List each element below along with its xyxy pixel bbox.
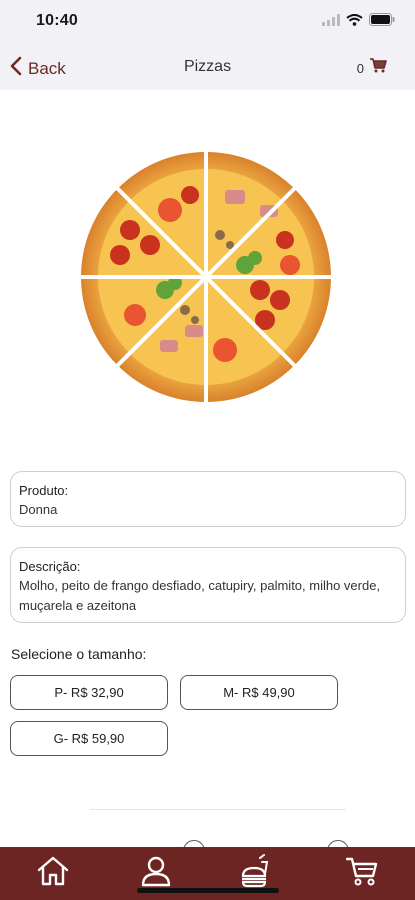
product-name: Donna (19, 502, 58, 517)
status-time: 10:40 (36, 12, 78, 29)
page-title: Pizzas (183, 58, 232, 75)
description-box: Descrição: Molho, peito de frango desfia… (10, 547, 406, 623)
product-label: Produto: (19, 483, 69, 498)
cart-icon (370, 58, 387, 78)
tab-home[interactable] (33, 855, 73, 891)
size-g-button[interactable]: G- R$ 59,90 (10, 721, 168, 756)
status-bar: 10:40 (0, 0, 415, 44)
product-box: Produto: Donna (10, 471, 406, 527)
tab-menu[interactable] (238, 853, 278, 893)
pizza-image (75, 150, 337, 404)
tab-profile[interactable] (136, 855, 176, 891)
nav-bar: Back Pizzas 0 (0, 44, 415, 90)
size-m-button[interactable]: M- R$ 49,90 (180, 675, 338, 710)
user-icon (140, 855, 172, 892)
size-p-button[interactable]: P- R$ 32,90 (10, 675, 168, 710)
divider (90, 809, 346, 810)
description-label: Descrição: (19, 559, 81, 574)
tab-cart[interactable] (342, 855, 382, 891)
wifi-icon (346, 13, 363, 31)
home-indicator (137, 888, 279, 893)
header-cart-button[interactable]: 0 (357, 58, 387, 78)
description-text: Molho, peito de frango desfiado, catupir… (19, 578, 381, 613)
status-icons (322, 13, 395, 31)
size-heading: Selecione o tamanho: (11, 646, 147, 662)
burger-drink-icon (240, 853, 276, 893)
home-icon (36, 855, 70, 892)
cart-icon (345, 856, 378, 891)
signal-icon (322, 13, 340, 31)
cart-count: 0 (356, 60, 364, 76)
battery-icon (369, 13, 395, 31)
